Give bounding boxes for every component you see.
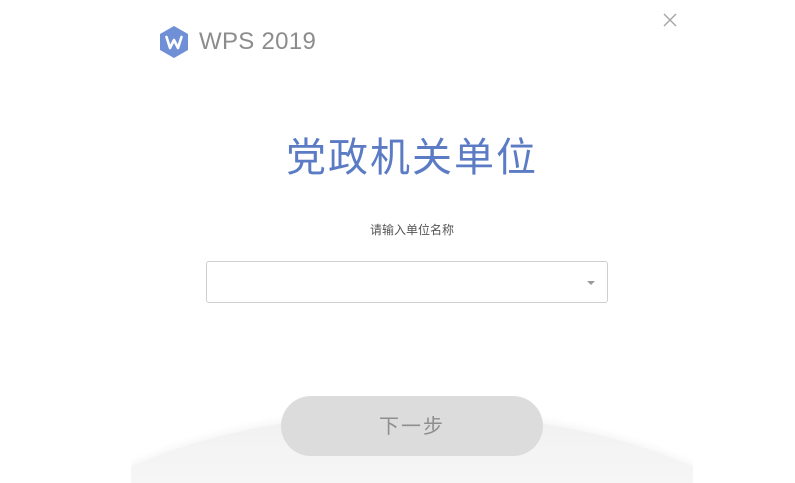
unit-name-select[interactable] bbox=[206, 261, 608, 303]
next-button[interactable]: 下一步 bbox=[281, 396, 543, 456]
close-icon bbox=[663, 13, 677, 27]
unit-name-label: 请输入单位名称 bbox=[369, 223, 454, 237]
close-button[interactable] bbox=[660, 10, 680, 30]
app-logo: WPS 2019 bbox=[158, 25, 316, 59]
logo-text: WPS 2019 bbox=[199, 28, 317, 55]
wps-activation-window: WPS 2019 党政机关单位 请输入单位名称 下一步 bbox=[0, 0, 795, 483]
wps-logo-icon bbox=[160, 26, 188, 58]
page-title: 党政机关单位 bbox=[286, 135, 538, 181]
caret-down-icon[interactable] bbox=[587, 281, 595, 285]
